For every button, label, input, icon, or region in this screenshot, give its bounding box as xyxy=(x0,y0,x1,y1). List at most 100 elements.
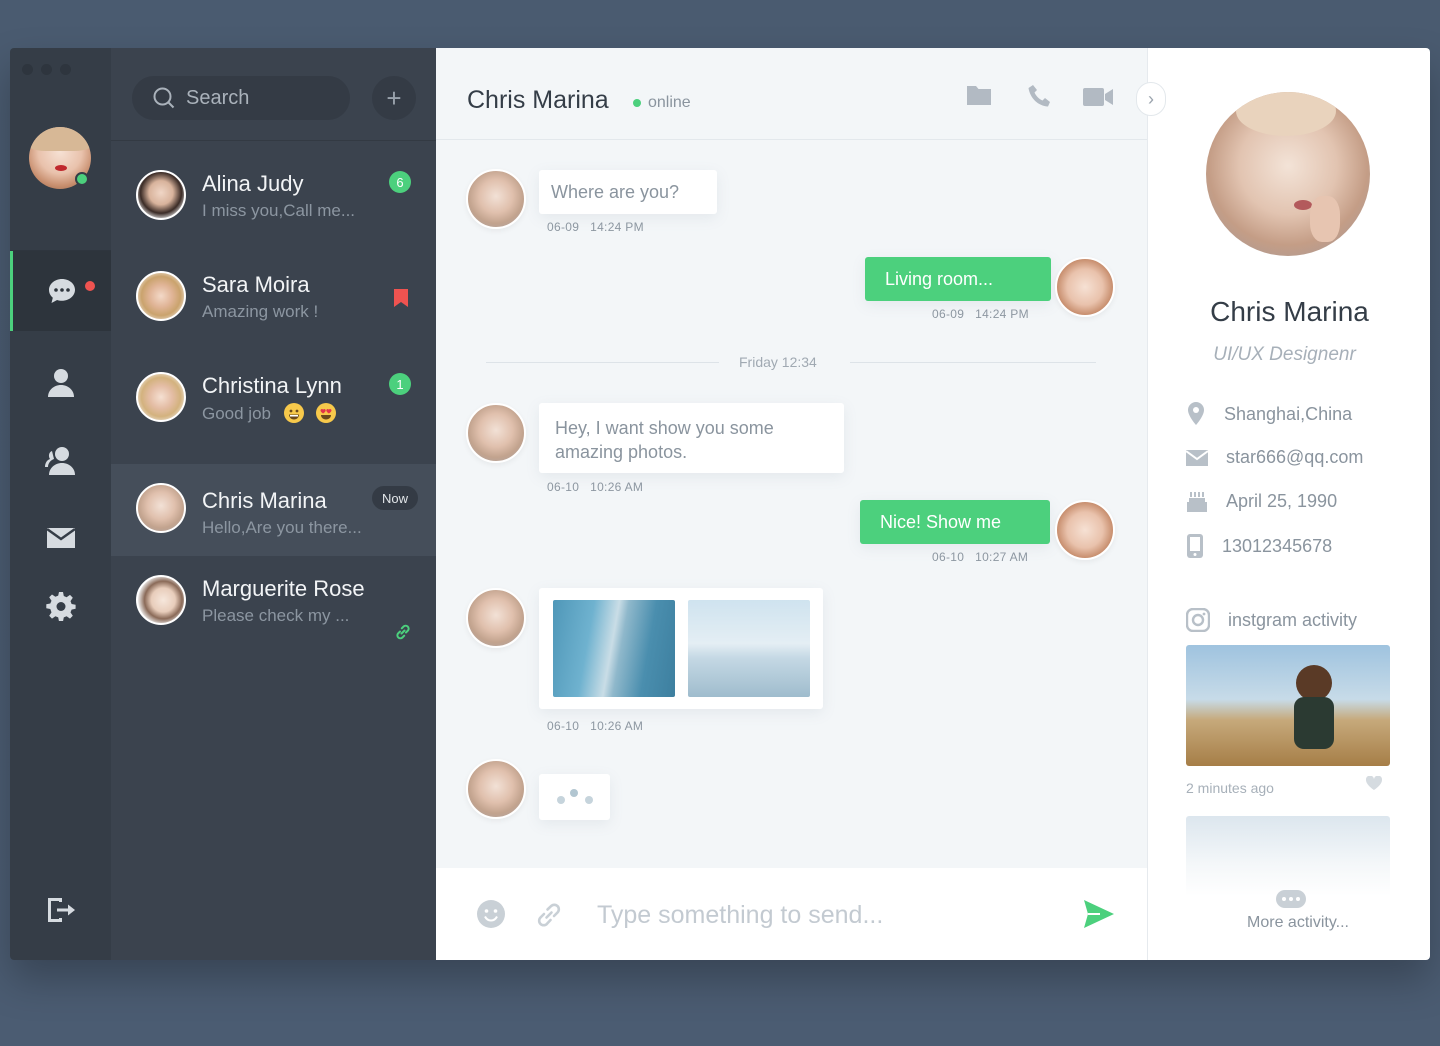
search-input[interactable]: Search xyxy=(132,76,350,120)
logout-button[interactable] xyxy=(10,870,111,950)
location-row: Shanghai,China xyxy=(1186,402,1352,426)
cake-icon xyxy=(1187,492,1207,512)
typing-indicator xyxy=(539,774,610,820)
heart-eyes-emoji xyxy=(316,403,337,423)
message-timestamp: 06-10 10:26 AM xyxy=(547,480,643,494)
more-dots-icon xyxy=(1276,890,1306,908)
message-time: 10:27 AM xyxy=(975,550,1029,564)
chat-title: Chris Marina xyxy=(467,86,609,114)
more-activity-link[interactable]: More activity... xyxy=(1148,914,1430,932)
profile-panel: Chris Marina UI/UX Designenr Shanghai,Ch… xyxy=(1147,48,1430,960)
video-call-button[interactable] xyxy=(1082,86,1114,113)
emoji-icon[interactable] xyxy=(476,899,506,929)
message-bubble: Where are you? xyxy=(539,170,717,214)
message-bubble: Hey, I want show you some amazing photos… xyxy=(539,403,844,473)
window-controls xyxy=(22,64,71,75)
message-timestamp: 06-09 14:24 PM xyxy=(547,220,644,234)
profile-name: Chris Marina xyxy=(1210,296,1369,327)
grinning-emoji xyxy=(283,403,304,423)
message-timestamp: 06-10 10:26 AM xyxy=(547,719,643,733)
more-activity-card[interactable] xyxy=(1186,816,1390,896)
icon-rail xyxy=(10,48,111,960)
message-date: 06-10 xyxy=(547,719,580,733)
location-pin-icon xyxy=(1188,402,1204,425)
message-bubble-sent: Nice! Show me xyxy=(860,500,1050,544)
message-time: 14:24 PM xyxy=(590,220,644,234)
photo-message xyxy=(539,588,823,709)
online-indicator xyxy=(75,172,89,186)
avatar xyxy=(1055,500,1115,560)
contact-name: Alina Judy xyxy=(202,171,304,196)
search-icon xyxy=(153,87,175,109)
maximize-window-dot[interactable] xyxy=(60,64,71,75)
post-time: 2 minutes ago xyxy=(1186,780,1274,796)
avatar xyxy=(1055,257,1115,317)
contacts-icon xyxy=(44,447,75,475)
message-bubble-sent: Living room... xyxy=(865,257,1051,301)
contact-name: Marguerite Rose xyxy=(202,576,365,601)
attachment-icon[interactable] xyxy=(534,900,564,930)
conversation-item[interactable]: Marguerite Rose Please check my ... xyxy=(111,554,436,646)
nav-contacts[interactable] xyxy=(10,420,111,500)
close-window-dot[interactable] xyxy=(22,64,33,75)
chat-header: Chris Marina online xyxy=(436,48,1147,140)
phone-row: 13012345678 xyxy=(1186,534,1332,558)
avatar xyxy=(466,403,526,463)
contact-name: Christina Lynn xyxy=(202,373,342,398)
conversation-item-selected[interactable]: Chris Marina Hello,Are you there... Now xyxy=(111,464,436,556)
contact-name: Sara Moira xyxy=(202,272,310,297)
instagram-photo[interactable] xyxy=(1186,645,1390,766)
message-time: 10:26 AM xyxy=(590,480,644,494)
mail-icon xyxy=(1186,449,1208,466)
nav-profile[interactable] xyxy=(10,342,111,422)
voice-call-button[interactable] xyxy=(1028,84,1052,113)
conversation-list: Search + Alina Judy I miss you,Call me..… xyxy=(111,48,436,960)
message-date: 06-09 xyxy=(932,307,965,321)
instagram-icon xyxy=(1186,608,1210,632)
message-date: 06-10 xyxy=(932,550,965,564)
message-input[interactable]: Type something to send... xyxy=(597,901,883,930)
birthday-row: April 25, 1990 xyxy=(1186,490,1337,512)
avatar xyxy=(136,575,186,625)
avatar xyxy=(136,372,186,422)
minimize-window-dot[interactable] xyxy=(41,64,52,75)
notification-dot xyxy=(85,281,95,291)
nav-settings[interactable] xyxy=(10,566,111,646)
contact-name: Chris Marina xyxy=(202,488,327,513)
conversation-item[interactable]: Sara Moira Amazing work ! xyxy=(111,250,436,342)
collapse-panel-button[interactable]: › xyxy=(1136,82,1166,116)
preview-text: Good job xyxy=(202,404,271,423)
message-timestamp: 06-10 10:27 AM xyxy=(932,550,1028,564)
message-date: 06-09 xyxy=(547,220,580,234)
avatar xyxy=(466,169,526,229)
email-row: star666@qq.com xyxy=(1186,447,1363,468)
birthday-text: April 25, 1990 xyxy=(1226,490,1338,511)
conversation-item[interactable]: Christina Lynn Good job 1 xyxy=(111,351,436,443)
plus-icon: + xyxy=(386,82,402,113)
mail-icon xyxy=(45,527,76,548)
building-photo[interactable] xyxy=(553,600,675,697)
files-button[interactable] xyxy=(966,84,992,111)
video-camera-icon xyxy=(1083,88,1113,106)
online-dot xyxy=(633,99,641,107)
message-preview: I miss you,Call me... xyxy=(202,201,356,220)
bookmark-icon[interactable] xyxy=(393,288,409,308)
search-placeholder: Search xyxy=(186,86,250,109)
message-date: 06-10 xyxy=(547,480,580,494)
email-text[interactable]: star666@qq.com xyxy=(1226,447,1363,468)
message-preview: Hello,Are you there... xyxy=(202,518,362,537)
heart-icon[interactable] xyxy=(1366,776,1382,790)
phone-icon xyxy=(1028,85,1050,107)
send-icon[interactable] xyxy=(1083,899,1115,929)
nav-messages[interactable] xyxy=(10,251,111,331)
add-conversation-button[interactable]: + xyxy=(372,76,416,120)
link-icon[interactable] xyxy=(394,623,412,641)
avatar xyxy=(466,588,526,648)
phone-text[interactable]: 13012345678 xyxy=(1222,536,1332,557)
avatar xyxy=(136,170,186,220)
sea-photo[interactable] xyxy=(688,600,810,697)
folder-icon xyxy=(967,86,991,105)
conversation-item[interactable]: Alina Judy I miss you,Call me... 6 xyxy=(111,149,436,241)
user-icon xyxy=(47,369,74,397)
chevron-right-icon: › xyxy=(1148,88,1154,109)
